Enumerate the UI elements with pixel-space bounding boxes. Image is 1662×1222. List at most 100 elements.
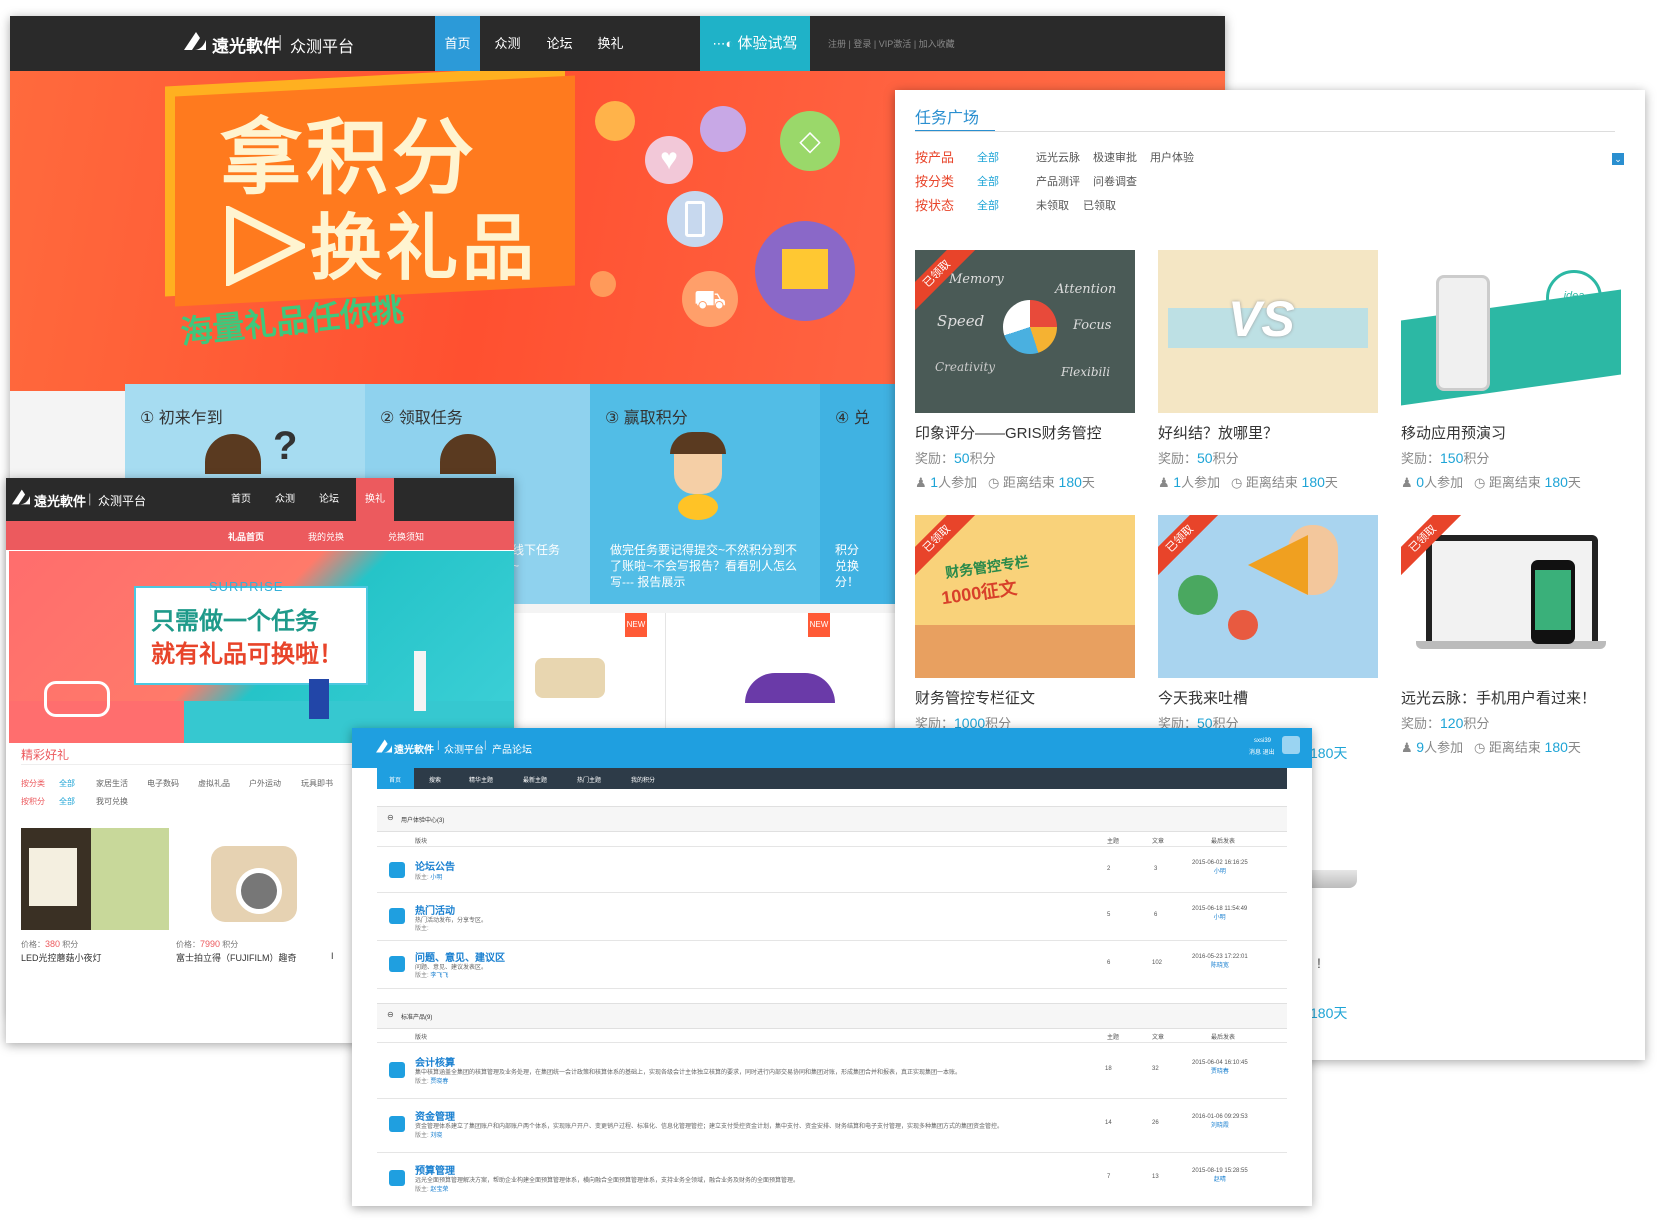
banner-surprise: SURPRISE (209, 579, 284, 594)
product-image-nightlight[interactable] (21, 828, 169, 930)
forum-nav-search[interactable]: 搜索 (429, 775, 441, 784)
collapse-icon[interactable]: ⊖ (387, 813, 394, 822)
filter-all[interactable]: 全部 (977, 197, 999, 213)
task-card-image[interactable]: VS (1158, 250, 1378, 413)
login-link[interactable]: 登录 (853, 39, 871, 49)
task-card-image[interactable]: 已领取 (1158, 515, 1378, 678)
forum-nav-my-points[interactable]: 我的积分 (631, 775, 655, 784)
subnav-my-exchange[interactable]: 我的兑换 (308, 530, 344, 543)
forum-nav-home[interactable]: 首页 (389, 775, 401, 784)
task-card[interactable]: idea 移动应用预演习 奖励：150积分 ♟ 0人参加 ◷ 距离结束 180天 (1401, 250, 1621, 490)
filter-option[interactable]: 已领取 (1083, 197, 1116, 213)
nav-crowdtest[interactable]: 众测 (268, 478, 302, 521)
gift-banner[interactable]: SURPRISE 只需做一个任务 就有礼品可换啦！ (9, 551, 514, 743)
filter-all[interactable]: 全部 (977, 149, 999, 165)
ledger-icon (389, 1062, 405, 1078)
brand-logo-text[interactable]: 遠光軟件 (34, 491, 86, 510)
filter-option[interactable]: 问卷调查 (1093, 173, 1137, 189)
collapse-icon[interactable]: ⊖ (387, 1010, 394, 1019)
register-link[interactable]: 注册 (828, 39, 846, 49)
forum-nav-hot[interactable]: 热门主题 (577, 775, 601, 784)
task-title[interactable]: 印象评分——GRIS财务管控 (915, 422, 1102, 443)
task-card-image[interactable]: 财务管控专栏 1000征文 已领取 (915, 515, 1135, 678)
filter-option[interactable]: 未领取 (1036, 197, 1069, 213)
brand-logo-text[interactable]: 遠光軟件 (212, 32, 280, 57)
forum-row[interactable]: 预算管理 远光全面预算管理解决方案，帮助企业构建全面预算管理体系，横向融合全面预… (377, 1152, 1287, 1206)
step-2-title: ② 领取任务 (380, 410, 463, 427)
task-card-image[interactable]: Memory Attention Speed Focus Creativity … (915, 250, 1135, 413)
filter-label: 按状态 (915, 198, 955, 213)
task-title[interactable]: 今天我来吐槽 (1158, 687, 1248, 708)
filter-label: 按产品 (915, 150, 955, 165)
avatar[interactable] (1282, 736, 1300, 754)
last-post[interactable]: 2015-06-02 16:16:25 小明 (1192, 860, 1248, 875)
task-card[interactable]: VS 好纠结？放哪里？ 奖励：50积分 ♟ 1人参加 ◷ 距离结束 180天 (1158, 250, 1378, 490)
forum-name: 产品论坛 (492, 745, 532, 756)
person-icon: ♟ (1401, 740, 1413, 755)
task-card[interactable]: 已领取 远光云脉：手机用户看过来！ 奖励：120积分 ♟ 9人参加 ◷ 距离结束… (1401, 515, 1621, 755)
user-links[interactable]: 消息 退出 (1249, 747, 1275, 756)
partial-text: ! (1317, 955, 1321, 971)
top-links: 注册 | 登录 | VIP激活 | 加入收藏 (828, 39, 955, 49)
forum-nav-featured[interactable]: 精华主题 (469, 775, 493, 784)
trial-drive-button[interactable]: ⋯◐ 体验试驾 (700, 16, 810, 71)
clock-icon: ◷ (1230, 475, 1243, 490)
nav-crowdtest[interactable]: 众测 (485, 16, 530, 71)
tag-icon: ◇ (780, 111, 840, 171)
gift-subnav: 礼品首页 我的兑换 兑换须知 (6, 521, 514, 550)
forum-row[interactable]: 热门活动 热门活动发布，分享专区。 版主: 5 6 2015-06-18 11:… (377, 892, 1287, 941)
username[interactable]: sxsi39 (1254, 738, 1271, 744)
vip-activate-link[interactable]: VIP激活 (879, 39, 912, 49)
chevron-down-icon[interactable]: ⌄ (1612, 153, 1624, 165)
product-price: 价格：380 积分 (21, 939, 79, 949)
task-card-image[interactable]: 已领取 (1401, 515, 1621, 678)
filter-option[interactable]: 用户体验 (1150, 149, 1194, 165)
task-card-image[interactable]: idea (1401, 250, 1621, 413)
last-post[interactable]: 2015-08-19 15:28:55 赵晴 (1192, 1168, 1248, 1183)
product-image[interactable] (745, 673, 835, 703)
product-camera-image[interactable] (535, 658, 605, 698)
topic-count: 7 (1107, 1174, 1111, 1180)
forum-category-header[interactable]: ⊖ 标准产品(9) (377, 1003, 1287, 1029)
forum-row[interactable]: 会计核算 集中核算涵盖全集团的核算管理及业务处理，在集团统一会计政策和核算体系的… (377, 1044, 1287, 1099)
brand-logo-icon (376, 739, 392, 753)
forum-row[interactable]: 论坛公告 版主: 小明 2 3 2015-06-02 16:16:25 小明 (377, 848, 1287, 893)
last-post[interactable]: 2015-06-18 11:54:49 小明 (1192, 906, 1247, 921)
product-name[interactable]: LED光控蘑菇小夜灯 (21, 951, 102, 964)
last-post[interactable]: 2016-05-23 17:22:01 陈晓宽 (1192, 954, 1248, 969)
forum-category-header[interactable]: ⊖ 用户体验中心(3) (377, 806, 1287, 832)
subnav-gift-home[interactable]: 礼品首页 (228, 530, 264, 543)
task-title[interactable]: 远光云脉：手机用户看过来！ (1401, 687, 1596, 708)
task-title[interactable]: 移动应用预演习 (1401, 422, 1506, 443)
task-card[interactable]: 已领取 今天我来吐槽 奖励：50积分 (1158, 515, 1378, 755)
add-favorite-link[interactable]: 加入收藏 (919, 39, 955, 49)
filter-all[interactable]: 全部 (977, 173, 999, 189)
forum-name[interactable]: 论坛公告 (415, 858, 455, 873)
nav-gifts[interactable]: 换礼 (356, 478, 394, 521)
last-post[interactable]: 2016-01-06 09:29:53 刘晓霞 (1192, 1114, 1248, 1129)
product-image-instax[interactable] (196, 828, 316, 930)
clock-icon: ◷ (1473, 740, 1486, 755)
person-icon: ♟ (1401, 475, 1413, 490)
task-card[interactable]: 财务管控专栏 1000征文 已领取 财务管控专栏征文 奖励：1000积分 (915, 515, 1135, 755)
nav-home[interactable]: 首页 (224, 478, 258, 521)
filter-option[interactable]: 产品测评 (1036, 173, 1080, 189)
last-post[interactable]: 2015-06-04 16:10:45 贾晓春 (1192, 1060, 1248, 1075)
nav-forum[interactable]: 论坛 (537, 16, 582, 71)
task-title[interactable]: 好纠结？放哪里？ (1158, 422, 1278, 443)
task-card[interactable]: Memory Attention Speed Focus Creativity … (915, 250, 1135, 490)
filter-option[interactable]: 远光云脉 (1036, 149, 1080, 165)
filter-option[interactable]: 极速审批 (1093, 149, 1137, 165)
nav-forum[interactable]: 论坛 (312, 478, 346, 521)
forum-row[interactable]: 资金管理 资金管理体系建立了集团账户和内部账户两个体系，实现账户开户、变更销户过… (377, 1098, 1287, 1153)
subnav-exchange-notice[interactable]: 兑换须知 (388, 530, 424, 543)
task-title[interactable]: 财务管控专栏征文 (915, 687, 1035, 708)
product-name[interactable]: 富士拍立得（FUJIFILM）趣奇 (176, 951, 297, 964)
brand-logo-text[interactable]: 遠光軟件 (394, 741, 434, 756)
step-1-title: ① 初来乍到 (140, 410, 223, 427)
nav-home[interactable]: 首页 (435, 16, 480, 71)
forum-row[interactable]: 问题、意见、建议区 问题、意见、建议发表区。 版主: 李飞飞 6 102 201… (377, 940, 1287, 989)
nav-gifts[interactable]: 换礼 (588, 16, 633, 71)
feedback-icon (389, 956, 405, 972)
forum-nav-latest[interactable]: 最新主题 (523, 775, 547, 784)
